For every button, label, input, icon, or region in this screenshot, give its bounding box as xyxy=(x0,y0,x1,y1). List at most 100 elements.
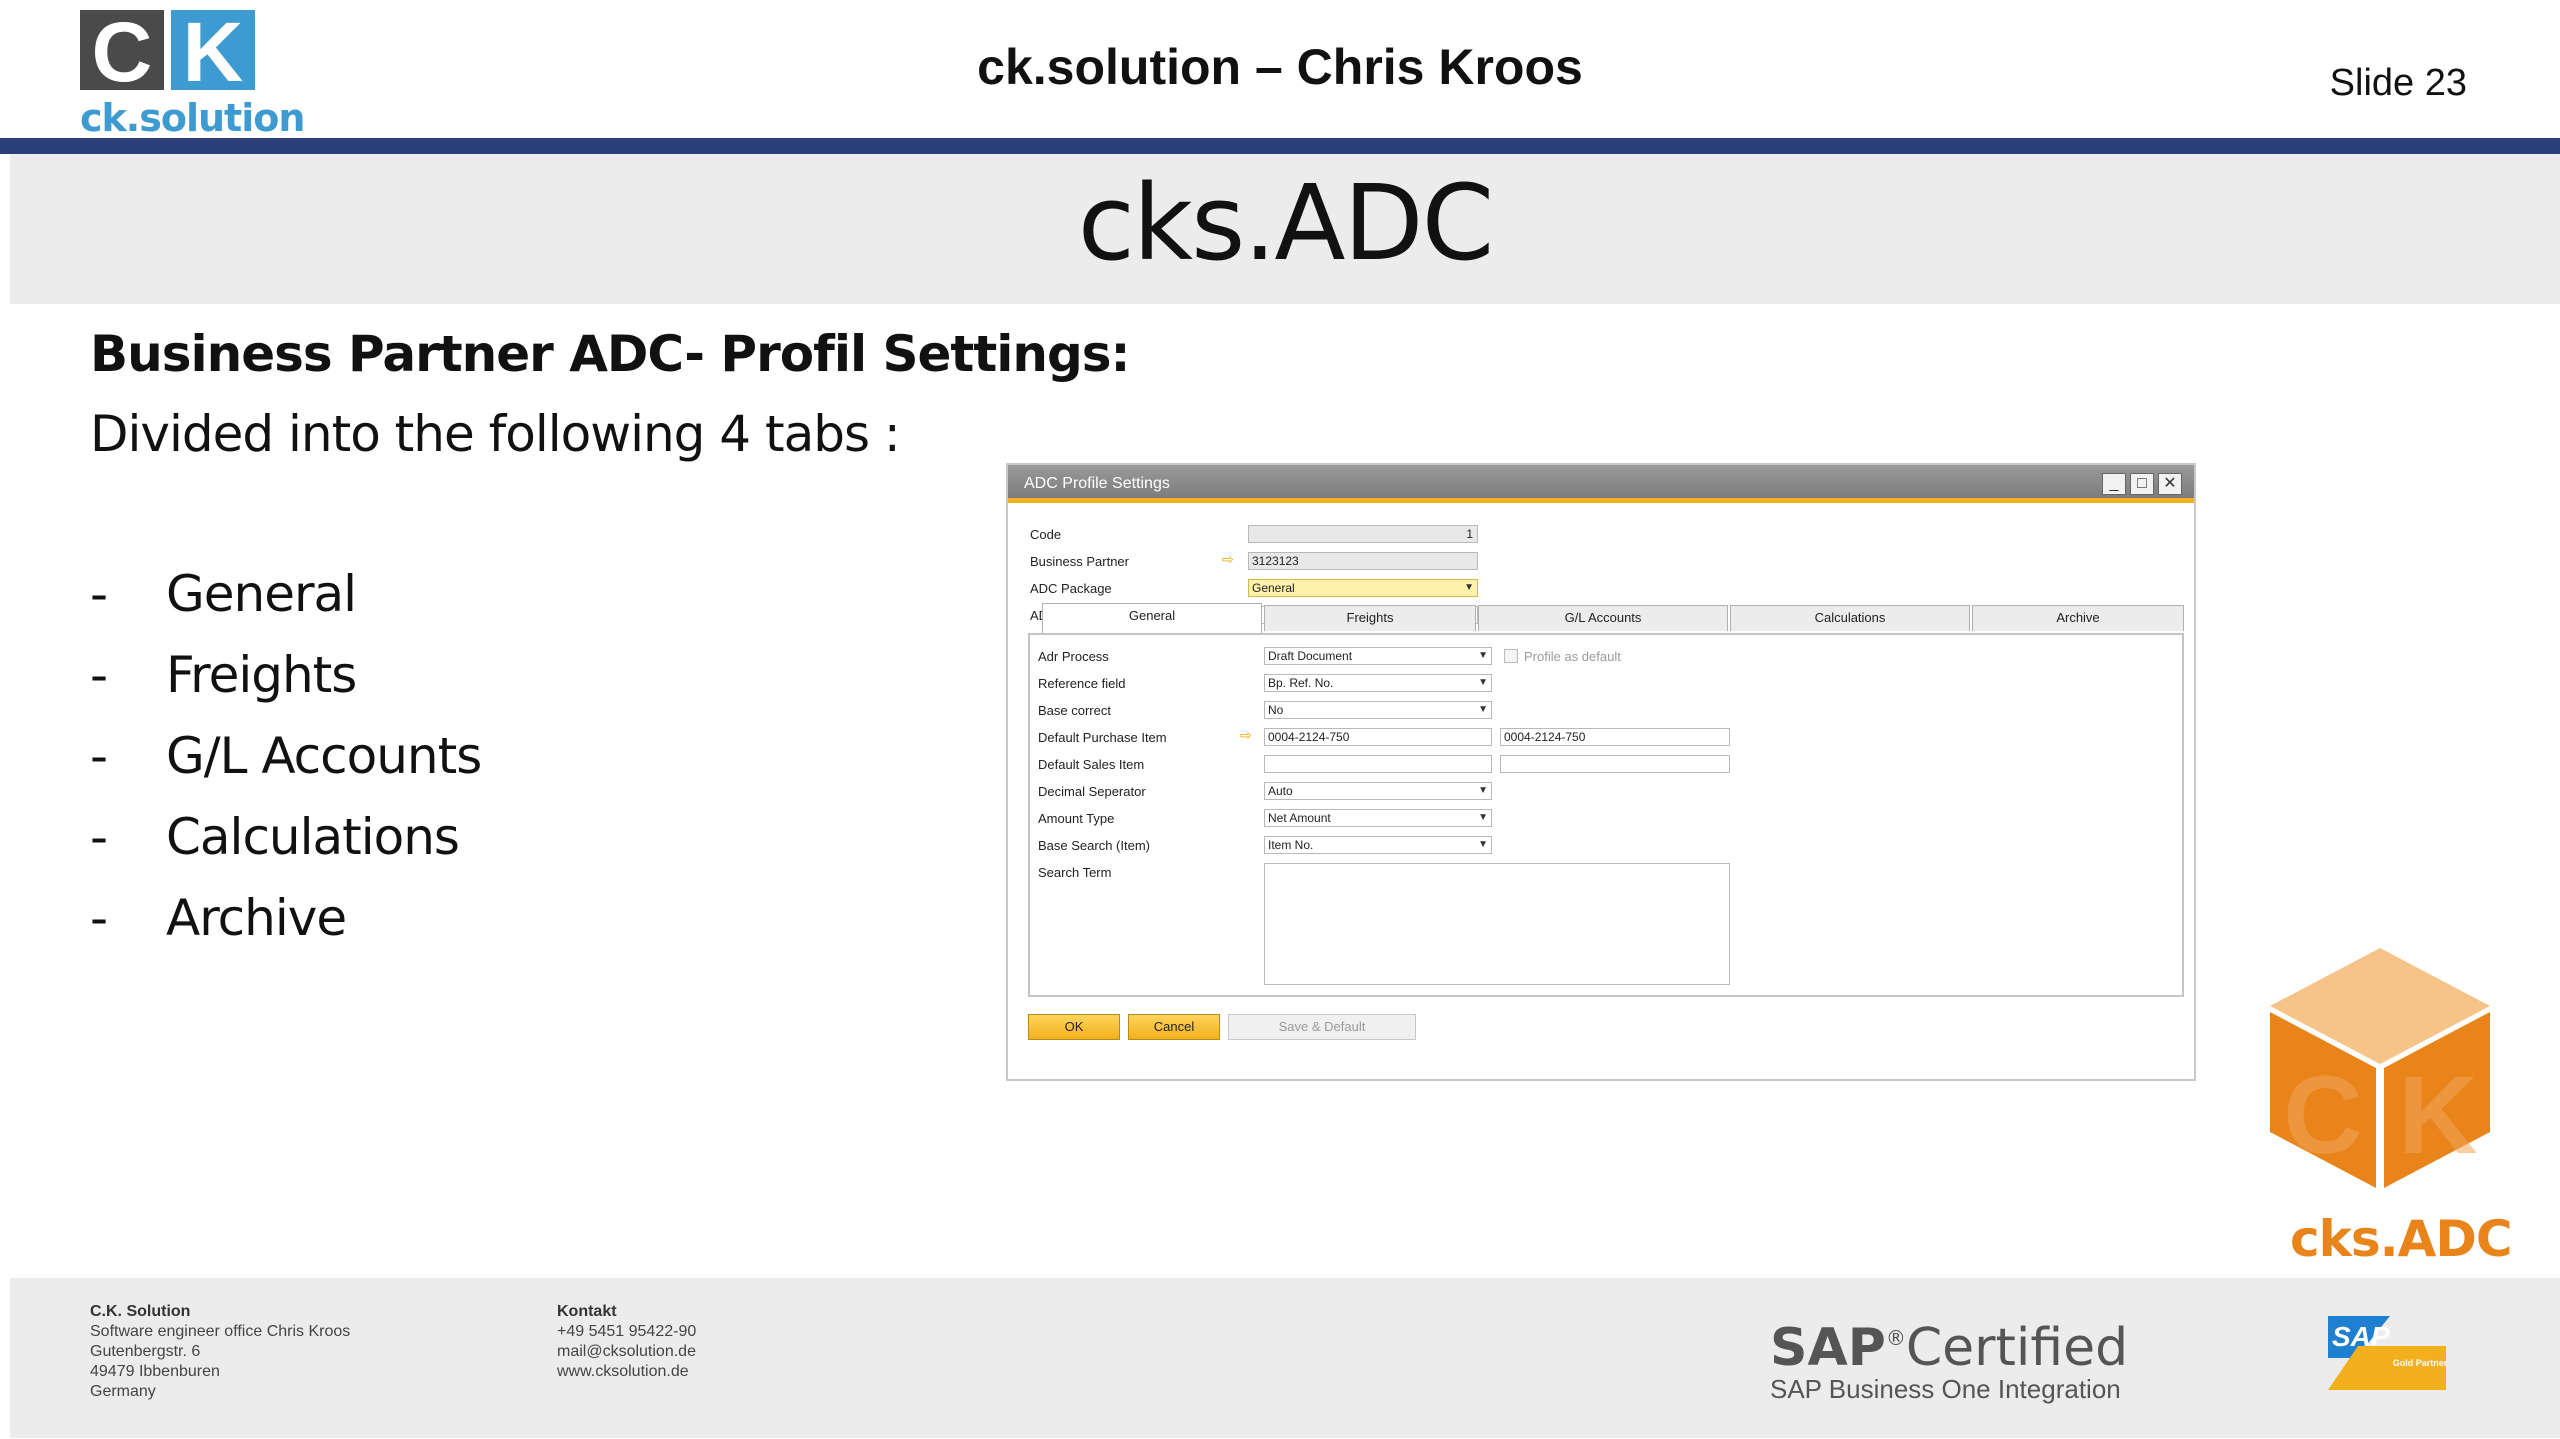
slide-title: cks.ADC xyxy=(1077,162,1495,284)
contact-heading: Kontakt xyxy=(557,1303,617,1320)
slide-footer: C.K. Solution Software engineer office C… xyxy=(10,1278,2560,1438)
tab-gl-accounts[interactable]: G/L Accounts xyxy=(1478,605,1728,631)
chevron-down-icon: ▼ xyxy=(1464,582,1474,593)
bullet-text: Calculations xyxy=(166,808,460,866)
base-search-label: Base Search (Item) xyxy=(1038,838,1150,853)
adc-package-select[interactable]: General ▼ xyxy=(1248,579,1478,597)
chevron-down-icon: ▼ xyxy=(1478,785,1488,796)
bullet-dash: - xyxy=(90,889,109,947)
bullet-dash: - xyxy=(90,565,109,623)
ok-button[interactable]: OK xyxy=(1028,1014,1120,1040)
tab-archive[interactable]: Archive xyxy=(1972,605,2184,631)
reference-field-value: Bp. Ref. No. xyxy=(1268,676,1334,690)
decimal-separator-select[interactable]: Auto ▼ xyxy=(1264,782,1492,800)
cancel-button[interactable]: Cancel xyxy=(1128,1014,1220,1040)
base-correct-select[interactable]: No ▼ xyxy=(1264,701,1492,719)
default-sales-item-label: Default Sales Item xyxy=(1038,757,1145,772)
profile-default-label: Profile as default xyxy=(1524,649,1621,664)
sap-brand: SAP xyxy=(1770,1318,1886,1378)
bullet-text: Freights xyxy=(166,646,357,704)
contact-mail[interactable]: mail@cksolution.de xyxy=(557,1342,696,1362)
address-line: Gutenbergstr. 6 xyxy=(90,1343,201,1360)
default-purchase-item-field[interactable]: 0004-2124-750 xyxy=(1264,728,1492,746)
svg-text:C: C xyxy=(2283,1054,2362,1177)
certified-text: Certified xyxy=(1905,1318,2129,1378)
reference-field-label: Reference field xyxy=(1038,676,1126,691)
minimize-icon[interactable]: _ xyxy=(2102,473,2126,495)
link-arrow-icon[interactable]: ⇨ xyxy=(1222,551,1234,568)
profile-default-checkbox[interactable] xyxy=(1504,649,1518,663)
maximize-icon[interactable]: □ xyxy=(2130,473,2154,495)
chevron-down-icon: ▼ xyxy=(1478,839,1488,850)
contact-web[interactable]: www.cksolution.de xyxy=(557,1362,696,1382)
sap-certified-logo: SAP®Certified SAP Business One Integrati… xyxy=(1770,1318,2128,1405)
adr-process-select[interactable]: Draft Document ▼ xyxy=(1264,647,1492,665)
window-title: ADC Profile Settings xyxy=(1024,475,1170,492)
adc-package-label: ADC Package xyxy=(1030,581,1112,596)
window-titlebar[interactable]: ADC Profile Settings _ □ ✕ xyxy=(1008,465,2194,503)
link-arrow-icon[interactable]: ⇨ xyxy=(1240,727,1252,744)
adc-profile-settings-window: ADC Profile Settings _ □ ✕ Code 1 Busine… xyxy=(1006,463,2196,1081)
tab-calculations[interactable]: Calculations xyxy=(1730,605,1970,631)
default-sales-item-description[interactable] xyxy=(1500,755,1730,773)
header-divider xyxy=(0,138,2560,154)
close-icon[interactable]: ✕ xyxy=(2158,473,2182,495)
address-line: Software engineer office Chris Kroos xyxy=(90,1323,351,1340)
bullet-text: General xyxy=(166,565,357,623)
sap-badge-text: SAP xyxy=(2332,1321,2390,1352)
business-partner-field[interactable]: 3123123 xyxy=(1248,552,1478,570)
bullet-dash: - xyxy=(90,727,109,785)
chevron-down-icon: ▼ xyxy=(1478,704,1488,715)
slide-number: Slide 23 xyxy=(2329,62,2467,104)
base-search-select[interactable]: Item No. ▼ xyxy=(1264,836,1492,854)
default-purchase-item-description[interactable]: 0004-2124-750 xyxy=(1500,728,1730,746)
general-tab-panel: Adr Process Draft Document ▼ Profile as … xyxy=(1028,633,2184,997)
decimal-separator-value: Auto xyxy=(1268,784,1293,798)
address-line: Germany xyxy=(90,1383,156,1400)
base-correct-label: Base correct xyxy=(1038,703,1111,718)
cks-adc-cube-icon: C K xyxy=(2270,948,2490,1188)
amount-type-select[interactable]: Net Amount ▼ xyxy=(1264,809,1492,827)
default-purchase-item-label: Default Purchase Item xyxy=(1038,730,1167,745)
logo-text: ck.solution xyxy=(80,96,305,140)
bullet-dash: - xyxy=(90,646,109,704)
business-partner-label: Business Partner xyxy=(1030,554,1129,569)
address-line: 49479 Ibbenburen xyxy=(90,1363,220,1380)
base-correct-value: No xyxy=(1268,703,1284,717)
amount-type-value: Net Amount xyxy=(1268,811,1331,825)
contact-info: Kontakt +49 5451 95422-90 mail@cksolutio… xyxy=(557,1302,696,1382)
code-field[interactable]: 1 xyxy=(1248,525,1478,543)
bullet-text: Archive xyxy=(166,889,347,947)
search-term-textarea[interactable] xyxy=(1264,863,1730,985)
title-band: cks.ADC xyxy=(10,154,2560,304)
intro-text: Divided into the following 4 tabs : xyxy=(90,405,901,463)
svg-text:K: K xyxy=(2398,1054,2477,1177)
default-sales-item-field[interactable] xyxy=(1264,755,1492,773)
sap-integration-text: SAP Business One Integration xyxy=(1770,1374,2121,1404)
amount-type-label: Amount Type xyxy=(1038,811,1115,826)
bullet-text: G/L Accounts xyxy=(166,727,482,785)
tab-general[interactable]: General xyxy=(1042,603,1262,633)
adr-process-value: Draft Document xyxy=(1268,649,1353,663)
tab-strip: General Freights G/L Accounts Calculatio… xyxy=(1028,603,2184,633)
decimal-separator-label: Decimal Seperator xyxy=(1038,784,1146,799)
tab-freights[interactable]: Freights xyxy=(1264,605,1476,631)
adc-package-value: General xyxy=(1252,581,1295,595)
search-term-label: Search Term xyxy=(1038,865,1112,880)
slide-header: C K ck.solution ck.solution – Chris Kroo… xyxy=(0,0,2560,140)
save-default-button[interactable]: Save & Default xyxy=(1228,1014,1416,1040)
adr-process-label: Adr Process xyxy=(1038,649,1109,664)
sap-certified-heading: SAP®Certified xyxy=(1770,1318,2128,1378)
base-search-value: Item No. xyxy=(1268,838,1314,852)
section-subtitle: Business Partner ADC- Profil Settings: xyxy=(90,325,1131,383)
company-address: C.K. Solution Software engineer office C… xyxy=(90,1302,350,1402)
reference-field-select[interactable]: Bp. Ref. No. ▼ xyxy=(1264,674,1492,692)
cks-adc-label: cks.ADC xyxy=(2290,1210,2513,1268)
contact-phone: +49 5451 95422-90 xyxy=(557,1323,697,1340)
registered-mark: ® xyxy=(1885,1326,1906,1350)
chevron-down-icon: ▼ xyxy=(1478,812,1488,823)
header-title: ck.solution – Chris Kroos xyxy=(977,39,1583,95)
gold-partner-text: Gold Partner xyxy=(2393,1358,2446,1368)
chevron-down-icon: ▼ xyxy=(1478,677,1488,688)
sap-gold-partner-badge: SAP Gold Partner xyxy=(2328,1316,2446,1390)
